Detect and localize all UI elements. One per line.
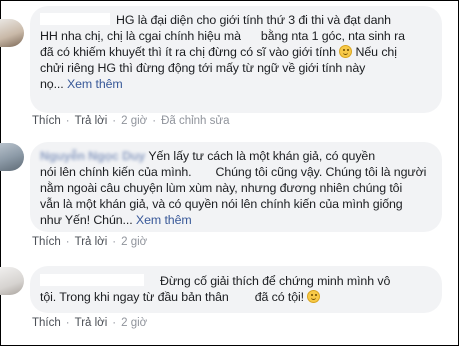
smile-emoji-icon	[307, 290, 321, 303]
separator-dot: ·	[65, 115, 70, 127]
comment-bubble: Nguyễn Ngọc Duy Yến lấy tư cách là một k…	[30, 142, 442, 232]
comment-bubble: Đừng cố giải thích để chứng minh mình vô…	[30, 266, 442, 313]
edited-label[interactable]: Đã chỉnh sửa	[161, 115, 229, 127]
smile-emoji-icon	[339, 45, 353, 58]
comment-text: HG là đại diện cho giới tính thứ 3 đi th…	[116, 13, 391, 27]
like-link[interactable]: Thích	[32, 317, 61, 329]
see-more-link[interactable]: Xem thêm	[136, 213, 192, 227]
comment-text: bằng nta 1 góc, nta sinh ra	[260, 29, 405, 43]
comment-text: như Yến! Chún...	[40, 213, 133, 227]
like-link[interactable]: Thích	[32, 115, 61, 127]
comment-text: Chúng tôi cũng vậy. Chúng tôi là người	[215, 165, 427, 179]
separator-dot: ·	[112, 236, 117, 248]
redacted-author-name	[40, 13, 110, 25]
comment-text: chửi riêng HG thì đừng động tới mấy từ n…	[40, 61, 366, 75]
comment-text: Đừng cố giải thích để chứng minh mình vô	[160, 274, 391, 288]
comment-text: Nếu chị	[355, 45, 397, 59]
comment-text: nọ...	[40, 77, 64, 91]
separator-dot: ·	[152, 115, 157, 127]
redacted-text: x	[191, 164, 216, 180]
comment-text: đã có tội!	[254, 290, 305, 304]
comment-text: tội. Trong khi ngay từ đầu bản thân	[40, 290, 229, 304]
timestamp[interactable]: 2 giờ	[121, 115, 147, 127]
comment-actions: Thích · Trả lời · 2 giờ	[32, 317, 147, 329]
comment-text: đã có khiếm khuyết thì ít ra chị đừng có…	[40, 45, 336, 59]
redacted-text: x	[228, 289, 255, 305]
comment-text: Yến lấy tư cách là một khán giả, có quyề…	[148, 149, 376, 163]
separator-dot: ·	[112, 115, 117, 127]
redacted-text: x	[240, 28, 261, 44]
comment-text: nói lên chính kiến của mình.	[40, 165, 192, 179]
author-name[interactable]: Nguyễn Ngọc Duy	[40, 148, 145, 164]
separator-dot: ·	[112, 317, 117, 329]
comment-actions: Thích · Trả lời · 2 giờ · Đã chỉnh sửa	[32, 115, 230, 127]
separator-dot: ·	[65, 236, 70, 248]
reply-link[interactable]: Trả lời	[75, 115, 108, 127]
reply-link[interactable]: Trả lời	[75, 236, 108, 248]
comment-text: vẫn là một khán giả, và có quyền nói lên…	[40, 197, 403, 211]
separator-dot: ·	[65, 317, 70, 329]
redacted-author-name	[40, 274, 144, 286]
comment-bubble: HG là đại diện cho giới tính thứ 3 đi th…	[30, 6, 442, 113]
timestamp[interactable]: 2 giờ	[121, 236, 147, 248]
comment-text: HH nha chị, chị là cgai chính hiệu mà	[40, 29, 241, 43]
like-link[interactable]: Thích	[32, 236, 61, 248]
timestamp[interactable]: 2 giờ	[121, 317, 147, 329]
see-more-link[interactable]: Xem thêm	[67, 77, 123, 91]
comment-actions: Thích · Trả lời · 2 giờ	[32, 236, 147, 248]
comment-text: nằm ngoài câu chuyện lùm xùm này, nhưng …	[40, 181, 403, 195]
reply-link[interactable]: Trả lời	[75, 317, 108, 329]
